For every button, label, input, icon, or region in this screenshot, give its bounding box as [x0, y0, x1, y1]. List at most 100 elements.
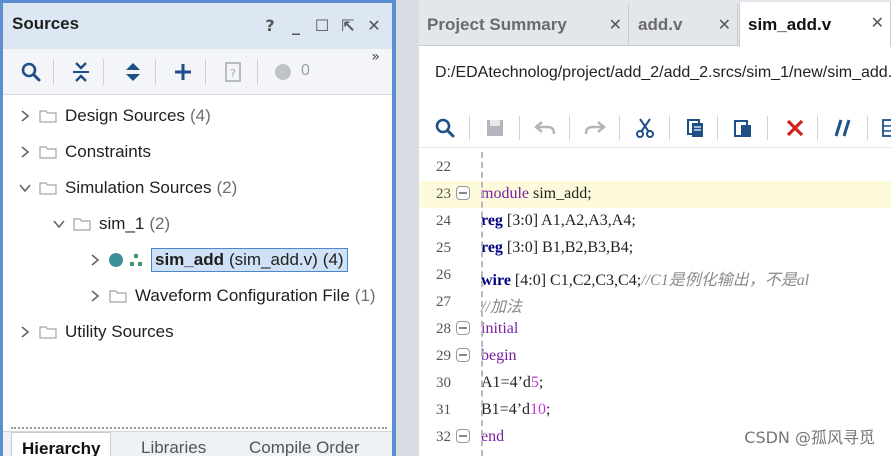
tree-item-count: (2)	[216, 178, 238, 197]
cut-icon[interactable]	[631, 114, 659, 142]
svg-text:?: ?	[230, 67, 236, 80]
fold-toggle-icon[interactable]	[456, 429, 470, 443]
folder-icon	[109, 290, 127, 303]
tab-hierarchy[interactable]: Hierarchy	[11, 432, 112, 456]
fold-toggle-icon[interactable]	[456, 321, 470, 335]
line-number: 28	[436, 321, 451, 337]
toolbar-overflow-icon[interactable]: »	[371, 49, 380, 65]
tree-item-label: Simulation Sources	[65, 178, 212, 197]
table-icon[interactable]	[877, 114, 891, 142]
code-text: reg [3:0] A1,A2,A3,A4;	[481, 212, 636, 229]
close-icon[interactable]: ✕	[366, 16, 382, 35]
code-editor[interactable]: 22 23 module sim_add; 24 reg [3:0] A1,A2,A3,…	[419, 152, 891, 456]
tree-item-sim-1[interactable]: sim_1 (2)	[51, 207, 170, 241]
tree-item-label: Utility Sources	[65, 322, 174, 341]
window-buttons: ? _ ☐ ⇱ ✕	[262, 16, 382, 35]
tree-item-design-sources[interactable]: Design Sources (4)	[17, 99, 211, 133]
properties-icon[interactable]: ?	[219, 58, 247, 86]
chevron-right-icon[interactable]	[17, 324, 33, 340]
tree-item-label: Design Sources	[65, 106, 186, 125]
sources-panel: Sources ? _ ☐ ⇱ ✕ » ? 0 Design Sources (…	[0, 0, 396, 456]
sources-header: Sources ? _ ☐ ⇱ ✕	[3, 3, 392, 49]
tree-item-label: Constraints	[65, 142, 151, 161]
delete-icon[interactable]	[781, 114, 809, 142]
search-icon[interactable]	[17, 58, 45, 86]
help-icon[interactable]: ?	[262, 16, 278, 35]
selected-item-box[interactable]: sim_add (sim_add.v) (4)	[151, 248, 348, 272]
code-line[interactable]: 23 module sim_add;	[419, 181, 891, 208]
editor-tabs: Project Summary ✕ add.v ✕ sim_add.v ✕	[419, 0, 891, 47]
watermark: CSDN @孤风寻觅	[744, 428, 875, 447]
search-icon[interactable]	[431, 114, 459, 142]
tree-item-file: (sim_add.v)	[228, 250, 318, 269]
tree-item-label: sim_1	[99, 214, 145, 233]
paste-icon[interactable]	[729, 114, 757, 142]
comment-toggle-icon[interactable]	[829, 114, 857, 142]
code-text: A1=4’d5;	[481, 374, 544, 391]
close-icon[interactable]: ✕	[718, 15, 731, 35]
maximize-icon[interactable]: ☐	[314, 16, 330, 35]
float-icon[interactable]: ⇱	[340, 16, 356, 35]
chevron-right-icon[interactable]	[17, 108, 33, 124]
tab-label: sim_add.v	[748, 14, 832, 34]
close-icon[interactable]: ✕	[871, 13, 884, 33]
tree-item-sim-add[interactable]: sim_add (sim_add.v) (4)	[87, 243, 348, 277]
save-icon[interactable]	[481, 114, 509, 142]
code-text: //加法	[481, 299, 522, 316]
tree-item-label: Waveform Configuration File	[135, 286, 350, 305]
code-line[interactable]: 30 A1=4’d5;	[419, 370, 891, 397]
chevron-right-icon[interactable]	[17, 144, 33, 160]
code-text: wire [4:0] C1,C2,C3,C4;//C1是例化输出，不是al	[481, 272, 810, 289]
tree-item-waveform-config[interactable]: Waveform Configuration File (1)	[87, 279, 376, 313]
tab-add-v[interactable]: add.v ✕	[630, 4, 738, 46]
tab-libraries[interactable]: Libraries	[131, 432, 216, 456]
code-line[interactable]: 26 wire [4:0] C1,C2,C3,C4;//C1是例化输出，不是al	[419, 262, 891, 289]
code-line[interactable]: 27 //加法	[419, 289, 891, 316]
panel-splitter[interactable]	[11, 427, 387, 429]
tab-label: Project Summary	[427, 15, 567, 34]
tree-item-utility-sources[interactable]: Utility Sources	[17, 315, 174, 349]
tree-item-simulation-sources[interactable]: Simulation Sources (2)	[17, 171, 237, 205]
line-number: 23	[436, 186, 451, 202]
code-text: B1=4’d10;	[481, 401, 551, 418]
status-dot-icon[interactable]	[269, 58, 297, 86]
chevron-right-icon[interactable]	[87, 252, 103, 268]
sources-tabs: Hierarchy Libraries Compile Order	[3, 431, 392, 456]
tab-compile-order[interactable]: Compile Order	[239, 432, 370, 456]
fold-toggle-icon[interactable]	[456, 348, 470, 362]
redo-icon[interactable]	[581, 114, 609, 142]
code-line[interactable]: 31 B1=4’d10;	[419, 397, 891, 424]
collapse-all-icon[interactable]	[67, 58, 95, 86]
code-line[interactable]: 22	[419, 154, 891, 181]
folder-open-icon	[39, 182, 57, 195]
chevron-right-icon[interactable]	[87, 288, 103, 304]
minimize-icon[interactable]: _	[288, 16, 304, 35]
tree-item-count: (2)	[149, 214, 171, 233]
code-text: begin	[481, 347, 517, 364]
code-line[interactable]: 24 reg [3:0] A1,A2,A3,A4;	[419, 208, 891, 235]
undo-icon[interactable]	[531, 114, 559, 142]
code-text: initial	[481, 320, 519, 337]
chevron-down-icon[interactable]	[51, 216, 67, 232]
copy-icon[interactable]	[681, 114, 709, 142]
code-line[interactable]: 25 reg [3:0] B1,B2,B3,B4;	[419, 235, 891, 262]
expand-all-icon[interactable]	[119, 58, 147, 86]
tree-item-count: (1)	[354, 286, 376, 305]
add-icon[interactable]	[169, 58, 197, 86]
hierarchy-icon	[130, 254, 142, 266]
line-number: 25	[436, 240, 451, 256]
fold-toggle-icon[interactable]	[456, 186, 470, 200]
tab-sim-add-v[interactable]: sim_add.v ✕	[739, 2, 891, 47]
gutter-dashed-line	[481, 152, 483, 456]
tree-item-constraints[interactable]: Constraints	[17, 135, 151, 169]
folder-icon	[39, 110, 57, 123]
line-number: 29	[436, 348, 451, 364]
top-module-dot-icon	[109, 253, 123, 267]
tree-item-count: (4)	[190, 106, 211, 125]
code-line[interactable]: 29 begin	[419, 343, 891, 370]
chevron-down-icon[interactable]	[17, 180, 33, 196]
code-text: module sim_add;	[481, 185, 592, 202]
close-icon[interactable]: ✕	[609, 15, 622, 35]
code-line[interactable]: 28 initial	[419, 316, 891, 343]
tab-project-summary[interactable]: Project Summary ✕	[419, 4, 629, 46]
